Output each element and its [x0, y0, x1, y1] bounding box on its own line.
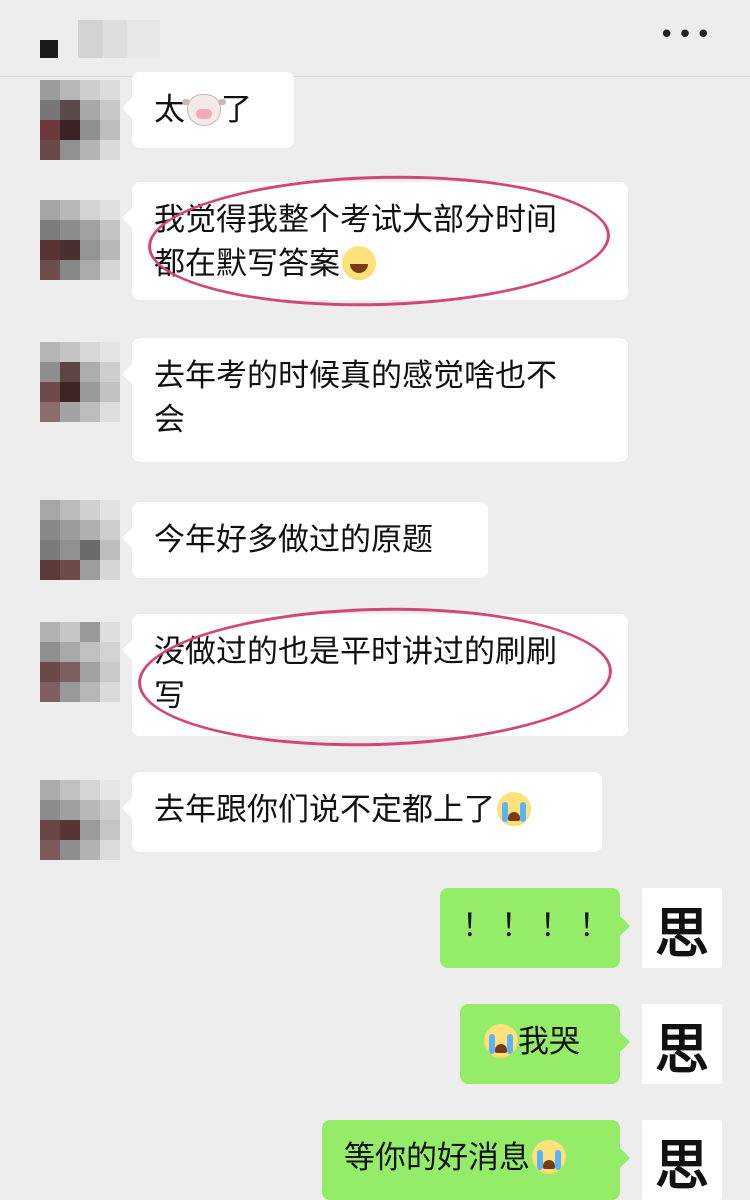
avatar-glyph: 思 — [655, 1016, 709, 1081]
message-bubble[interactable]: 没做过的也是平时讲过的刷刷 写 — [122, 614, 628, 736]
message-bubble[interactable]: 去年跟你们说不定都上了 — [122, 772, 602, 852]
message-bubble[interactable]: 今年好多做过的原题 — [122, 502, 488, 578]
my-avatar[interactable]: 思 — [642, 1120, 722, 1200]
contact-avatar[interactable] — [40, 342, 120, 422]
loudly-crying-icon — [497, 792, 531, 826]
message-text: 去年跟你们说不定都上了 — [154, 792, 495, 828]
message-text: 没做过的也是平时讲过的刷刷 写 — [154, 634, 557, 714]
message-bubble[interactable]: 我觉得我整个考试大部分时间 都在默写答案 — [122, 182, 628, 300]
contact-avatar[interactable] — [40, 780, 120, 860]
message-text: 等你的好消息 — [344, 1140, 530, 1176]
message-bubble-outgoing[interactable]: 等你的好消息 — [322, 1120, 630, 1200]
chat-header: ••• — [0, 0, 750, 77]
avatar-glyph: 思 — [655, 900, 709, 965]
message-bubble-outgoing[interactable]: 我哭 — [460, 1004, 630, 1084]
message-text: 今年好多做过的原题 — [154, 522, 433, 558]
message-text: ！！！！ — [462, 908, 618, 944]
message-bubble[interactable]: 太了 — [122, 72, 294, 148]
contact-avatar[interactable] — [40, 500, 120, 580]
loudly-crying-icon — [484, 1024, 518, 1058]
laughing-tears-icon — [342, 246, 376, 280]
my-avatar[interactable]: 思 — [642, 888, 722, 968]
message-text: 去年考的时候真的感觉啥也不 会 — [154, 358, 557, 438]
loudly-crying-icon — [532, 1140, 566, 1174]
back-icon[interactable] — [40, 40, 58, 58]
message-bubble-outgoing[interactable]: ！！！！ — [440, 888, 630, 968]
contact-avatar[interactable] — [40, 80, 120, 160]
contact-avatar[interactable] — [40, 200, 120, 280]
message-text: 我哭 — [518, 1024, 580, 1060]
more-options-icon[interactable]: ••• — [659, 22, 714, 48]
my-avatar[interactable]: 思 — [642, 1004, 722, 1084]
cow-face-icon — [182, 94, 221, 126]
message-bubble[interactable]: 去年考的时候真的感觉啥也不 会 — [122, 338, 628, 462]
contact-avatar[interactable] — [40, 622, 120, 702]
message-text: 了 — [221, 92, 252, 128]
avatar-glyph: 思 — [655, 1132, 709, 1197]
message-text: 太 — [154, 92, 185, 128]
contact-name-pixelated — [78, 20, 160, 58]
